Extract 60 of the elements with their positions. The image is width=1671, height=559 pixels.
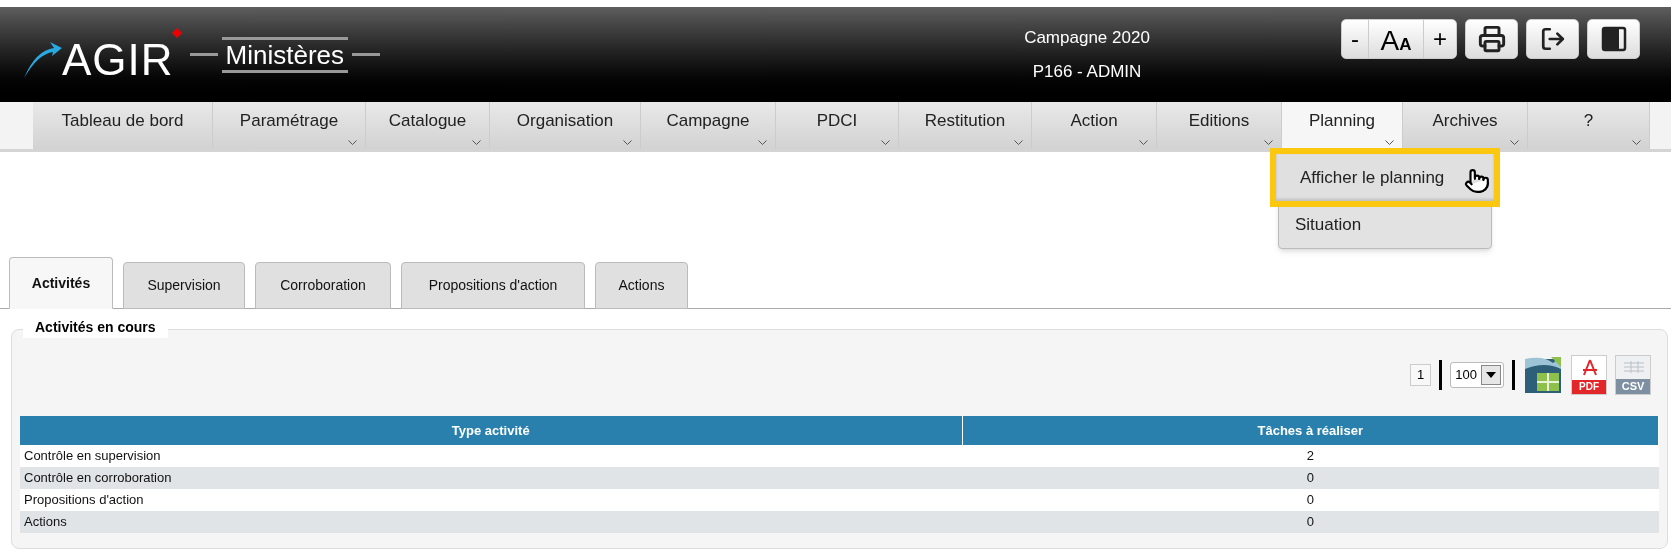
chevron-icon xyxy=(881,140,890,145)
excel-export-button[interactable] xyxy=(1523,355,1563,395)
tab[interactable]: Supervision xyxy=(123,262,245,309)
menu-item[interactable]: Archives xyxy=(1403,102,1528,149)
print-button[interactable] xyxy=(1465,19,1518,59)
table-cell: Propositions d'action xyxy=(20,489,962,511)
dropdown-item[interactable]: Situation xyxy=(1279,201,1491,248)
table-cell: Actions xyxy=(20,511,962,533)
chevron-icon xyxy=(1139,140,1148,145)
user-label: P166 - ADMIN xyxy=(1032,60,1142,83)
page-number[interactable]: 1 xyxy=(1410,364,1432,386)
acrobat-icon xyxy=(1580,359,1600,377)
table-cell: 0 xyxy=(962,511,1659,533)
menu-item[interactable]: PDCI xyxy=(776,102,899,149)
window-button[interactable] xyxy=(1587,19,1640,59)
chevron-icon xyxy=(623,140,632,145)
menu-item[interactable]: Tableau de bord xyxy=(33,102,213,149)
window-icon xyxy=(1600,26,1627,52)
table-cell: Contrôle en corroboration xyxy=(20,467,962,489)
table-cell: Contrôle en supervision xyxy=(20,445,962,467)
pdf-export-button[interactable]: PDF xyxy=(1571,355,1607,395)
menu-item[interactable]: ? xyxy=(1528,102,1650,149)
menu-item[interactable]: Paramétrage xyxy=(213,102,366,149)
diamond-icon xyxy=(171,27,182,38)
page-size-select[interactable]: 100 xyxy=(1450,362,1504,388)
table-cell: 0 xyxy=(962,467,1659,489)
menu-item[interactable]: Action xyxy=(1032,102,1157,149)
menu-item[interactable]: Catalogue xyxy=(366,102,490,149)
printer-icon xyxy=(1477,25,1506,53)
table-cell: 0 xyxy=(962,489,1659,511)
menu-item[interactable]: Campagne xyxy=(641,102,776,149)
chevron-icon xyxy=(1385,140,1394,145)
decrease-font-button[interactable]: - xyxy=(1342,20,1369,58)
logout-button[interactable] xyxy=(1526,19,1579,59)
tab[interactable]: Propositions d'action xyxy=(401,262,585,309)
chevron-icon xyxy=(758,140,767,145)
spreadsheet-icon xyxy=(1523,355,1563,395)
increase-font-button[interactable]: + xyxy=(1424,20,1456,58)
campaign-title: Campagne 2020 xyxy=(1024,27,1150,49)
chevron-icon xyxy=(1632,140,1641,145)
chevron-icon xyxy=(348,140,357,145)
tab[interactable]: Activités xyxy=(9,257,113,309)
csv-label: CSV xyxy=(1616,379,1650,394)
tab[interactable]: Corroboration xyxy=(255,262,391,309)
tab[interactable]: Actions xyxy=(595,262,688,309)
font-size-button[interactable]: AA xyxy=(1369,20,1424,58)
chevron-icon xyxy=(1264,140,1273,145)
menu-item[interactable]: Restitution xyxy=(899,102,1032,149)
menu-item[interactable]: Editions xyxy=(1157,102,1282,149)
grid-lines-icon xyxy=(1624,361,1644,375)
hand-cursor-icon xyxy=(1464,168,1490,194)
table-cell: 2 xyxy=(962,445,1659,467)
chevron-icon xyxy=(1014,140,1023,145)
exit-icon xyxy=(1539,26,1566,52)
logo-subtitle: Ministères xyxy=(221,36,349,73)
chevron-icon xyxy=(472,140,481,145)
logo-brand: AGIR xyxy=(62,37,174,82)
chevron-icon xyxy=(1510,140,1519,145)
menu-item[interactable]: Organisation xyxy=(490,102,641,149)
pdf-label: PDF xyxy=(1572,380,1606,394)
